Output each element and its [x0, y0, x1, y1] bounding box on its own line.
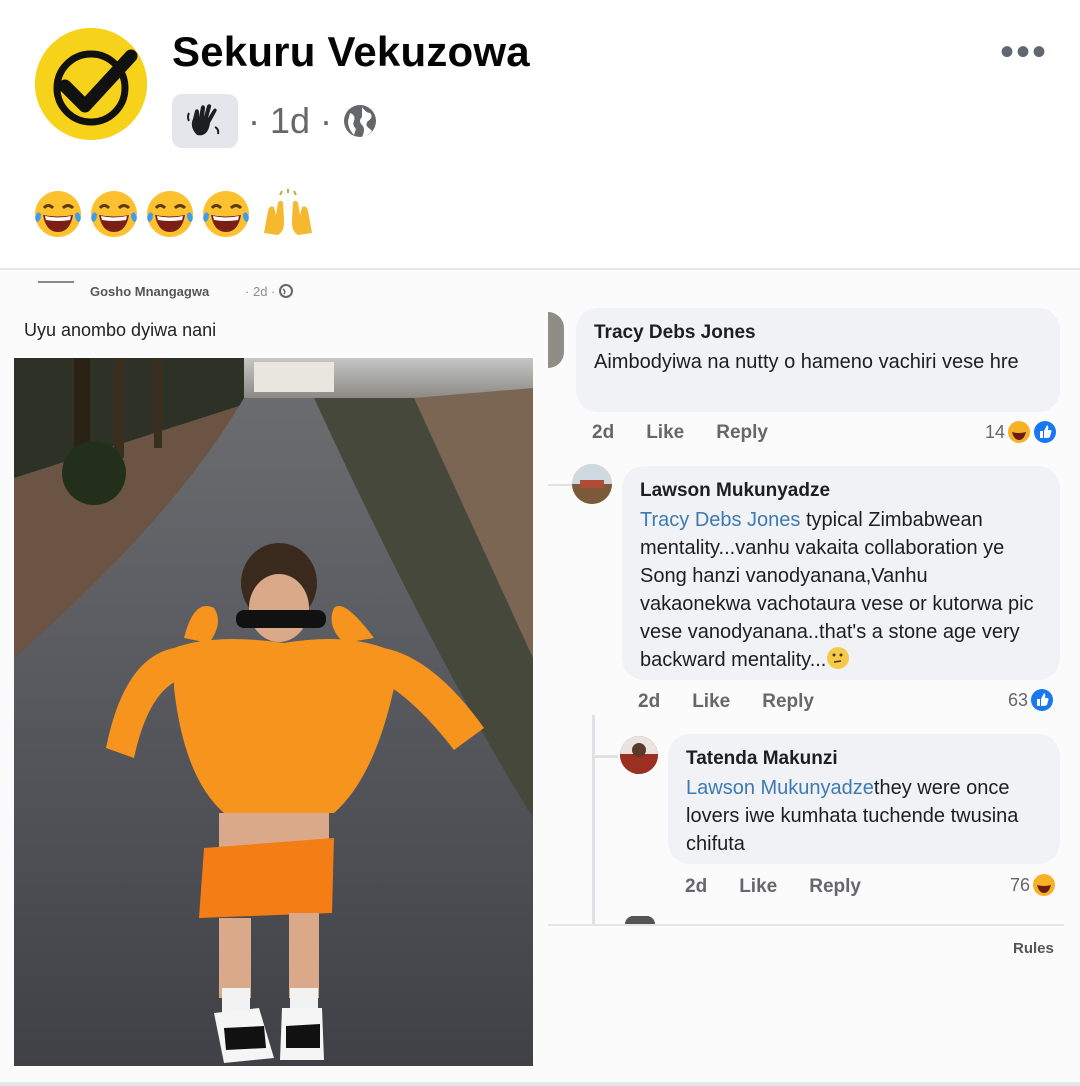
- thinking-face-emoji-icon: [827, 647, 850, 669]
- comment-text: Tracy Debs Jones typical Zimbabwean ment…: [640, 509, 1034, 671]
- like-button[interactable]: Like: [646, 422, 684, 444]
- comment-time[interactable]: 2d: [685, 876, 707, 898]
- comment-bubble: Lawson Mukunyadze Tracy Debs Jones typic…: [622, 466, 1060, 680]
- reaction-count: 76: [1010, 874, 1031, 895]
- reaction-summary[interactable]: 14: [985, 420, 1057, 444]
- comment-text: Lawson Mukunyadzethey were once lovers i…: [686, 777, 1019, 855]
- comment-time[interactable]: 2d: [638, 691, 660, 713]
- laughing-tears-emoji-icon: [147, 191, 193, 237]
- like-button[interactable]: Like: [692, 691, 730, 713]
- mention-link[interactable]: Lawson Mukunyadze: [686, 777, 874, 799]
- comment-actions: 2d Like Reply: [638, 691, 846, 713]
- post-author-name[interactable]: Sekuru Vekuzowa: [172, 28, 530, 76]
- wave-icon[interactable]: [172, 94, 238, 148]
- inner-post-meta: · 2d ·: [245, 284, 294, 299]
- inner-post-time: 2d: [252, 284, 268, 299]
- reply-button[interactable]: Reply: [716, 422, 768, 444]
- reaction-summary[interactable]: 76: [1010, 873, 1056, 897]
- inner-poster-name: Gosho Mnangagwa: [90, 284, 210, 299]
- laughing-tears-emoji-icon: [91, 191, 137, 237]
- bottom-border: [0, 1082, 1080, 1086]
- commenter-avatar[interactable]: [548, 312, 564, 368]
- comment-time[interactable]: 2d: [592, 422, 614, 444]
- commenter-avatar[interactable]: [620, 736, 658, 774]
- like-button[interactable]: Like: [739, 876, 777, 898]
- comment-bubble: Tatenda Makunzi Lawson Mukunyadzethey we…: [668, 734, 1060, 864]
- raising-hands-emoji-icon: [264, 189, 312, 235]
- commenter-name[interactable]: Tracy Debs Jones: [594, 322, 1044, 344]
- commenter-name[interactable]: Lawson Mukunyadze: [640, 480, 1044, 502]
- reaction-count: 14: [985, 421, 1006, 442]
- author-avatar[interactable]: [35, 28, 147, 140]
- thread-line: [592, 715, 595, 925]
- post-time[interactable]: 1d: [270, 100, 310, 142]
- globe-icon: [344, 105, 377, 137]
- like-reaction-icon: [1034, 421, 1057, 443]
- meta-separator: ·: [248, 100, 260, 141]
- globe-icon: [279, 284, 294, 298]
- comment-actions: 2d Like Reply: [685, 876, 893, 898]
- like-reaction-icon: [1031, 689, 1054, 711]
- comment-actions: 2d Like Reply: [592, 422, 800, 444]
- haha-reaction-icon: [1033, 874, 1056, 896]
- more-options-button[interactable]: •••: [1000, 30, 1048, 75]
- commenter-name[interactable]: Tatenda Makunzi: [686, 748, 1044, 770]
- reaction-summary[interactable]: 63: [1008, 688, 1054, 712]
- comment-text: Aimbodyiwa na nutty o hameno vachiri ves…: [594, 351, 1019, 373]
- post-photo[interactable]: [14, 358, 533, 1066]
- reaction-count: 63: [1008, 689, 1029, 710]
- inner-post-caption: Uyu anombo dyiwa nani: [24, 320, 217, 340]
- comments-divider: [548, 924, 1064, 926]
- poster-avatar-cut: [38, 281, 74, 283]
- checkmark-badge-icon: [35, 28, 147, 140]
- thread-line: [548, 484, 572, 486]
- meta-separator: ·: [320, 100, 333, 141]
- reply-button[interactable]: Reply: [762, 691, 814, 713]
- comment-bubble: Tracy Debs Jones Aimbodyiwa na nutty o h…: [576, 308, 1060, 412]
- haha-reaction-icon: [1008, 421, 1031, 443]
- reply-button[interactable]: Reply: [809, 876, 861, 898]
- post-meta: · 1d ·: [172, 94, 378, 148]
- thread-line: [594, 755, 618, 758]
- laughing-tears-emoji-icon: [35, 191, 81, 237]
- post-caption-emojis: [32, 188, 316, 240]
- commenter-avatar[interactable]: [572, 464, 612, 504]
- rules-link[interactable]: Rules: [1013, 940, 1054, 957]
- commenter-avatar-cut: [625, 916, 655, 924]
- laughing-tears-emoji-icon: [203, 191, 249, 237]
- mention-link[interactable]: Tracy Debs Jones: [640, 509, 800, 531]
